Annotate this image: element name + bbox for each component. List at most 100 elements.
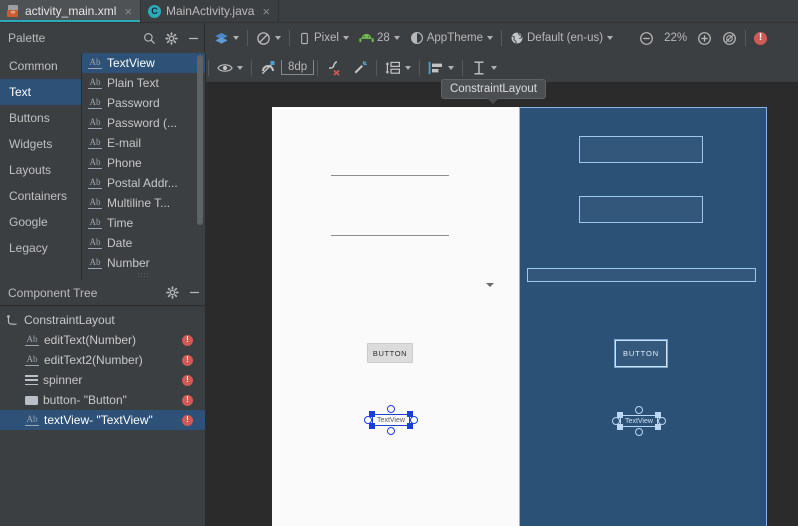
- constraint-anchor-top[interactable]: [635, 406, 643, 414]
- tree-row-constraintlayout[interactable]: ConstraintLayout: [0, 310, 205, 330]
- tree-row-button[interactable]: button- "Button" !: [0, 390, 205, 410]
- device-selector[interactable]: Pixel: [293, 27, 354, 49]
- palette-item-label: Plain Text: [107, 76, 159, 90]
- palette-item-number[interactable]: Ab Number: [82, 253, 205, 273]
- error-icon[interactable]: !: [182, 394, 193, 406]
- selection-handle-bottom-left[interactable]: [369, 423, 375, 429]
- palette-item-textview[interactable]: Ab TextView: [82, 53, 205, 73]
- chevron-down-icon: [275, 36, 281, 40]
- error-icon: !: [754, 31, 768, 45]
- tree-row-edittext[interactable]: Ab editText(Number) !: [0, 330, 205, 350]
- error-icon[interactable]: !: [182, 334, 193, 346]
- design-button[interactable]: BUTTON: [367, 343, 413, 363]
- palette-item-phone[interactable]: Ab Phone: [82, 153, 205, 173]
- api-label: 28: [376, 32, 390, 44]
- blueprint-edittext-1[interactable]: [579, 136, 703, 163]
- text-widget-icon: Ab: [88, 137, 102, 149]
- palette-category-buttons[interactable]: Buttons: [0, 105, 81, 131]
- palette-item-list: Ab TextView Ab Plain Text Ab Password Ab…: [82, 53, 205, 280]
- constraint-anchor-left[interactable]: [364, 416, 372, 424]
- palette-category-google[interactable]: Google: [0, 209, 81, 235]
- palette-item-label: Date: [107, 236, 133, 250]
- palette-item-label: Phone: [107, 156, 142, 170]
- minimize-icon[interactable]: [182, 27, 204, 49]
- guidelines-button[interactable]: [466, 57, 502, 79]
- orientation-button[interactable]: [251, 27, 286, 49]
- palette-item-plain-text[interactable]: Ab Plain Text: [82, 73, 205, 93]
- error-icon[interactable]: !: [182, 374, 193, 386]
- tab-mainactivity-java[interactable]: C MainActivity.java ×: [141, 0, 280, 22]
- selection-handle-bottom-left[interactable]: [617, 424, 623, 430]
- layout-variants-button[interactable]: [209, 27, 244, 49]
- blueprint-textview-selection[interactable]: TextView: [612, 406, 666, 436]
- error-icon[interactable]: !: [182, 414, 193, 426]
- infer-constraints-button[interactable]: [347, 57, 373, 79]
- palette-item-password[interactable]: Ab Password: [82, 93, 205, 113]
- constraint-anchor-right[interactable]: [658, 417, 666, 425]
- tree-row-edittext2[interactable]: Ab editText2(Number) !: [0, 350, 205, 370]
- palette-category-containers[interactable]: Containers: [0, 183, 81, 209]
- palette-category-legacy[interactable]: Legacy: [0, 235, 81, 261]
- error-icon[interactable]: !: [182, 354, 193, 366]
- theme-selector[interactable]: AppTheme: [405, 27, 498, 49]
- blueprint-spinner[interactable]: [527, 268, 756, 282]
- clear-constraints-icon: [329, 60, 340, 76]
- minimize-icon[interactable]: [183, 282, 205, 304]
- palette-category-list: Common Text Buttons Widgets Layouts Cont…: [0, 53, 82, 280]
- text-widget-icon: Ab: [88, 117, 102, 129]
- blueprint-button[interactable]: BUTTON: [614, 339, 668, 368]
- blueprint-edittext-2[interactable]: [579, 196, 703, 223]
- design-edittext-1[interactable]: [331, 162, 449, 176]
- pack-button[interactable]: [380, 57, 416, 79]
- constraint-anchor-top[interactable]: [387, 405, 395, 413]
- constraint-anchor-bottom[interactable]: [635, 428, 643, 436]
- gear-icon[interactable]: [160, 27, 182, 49]
- design-surface[interactable]: BUTTON TextView BUTTON TextView: [206, 83, 798, 526]
- zoom-in-button[interactable]: [692, 27, 717, 49]
- palette-category-layouts[interactable]: Layouts: [0, 157, 81, 183]
- default-margin-field[interactable]: 8dp: [281, 60, 315, 75]
- palette-item-time[interactable]: Ab Time: [82, 213, 205, 233]
- tab-activity-main-xml[interactable]: <> activity_main.xml ×: [0, 0, 141, 22]
- constraint-anchor-bottom[interactable]: [387, 427, 395, 435]
- design-edittext-2[interactable]: [331, 222, 449, 236]
- show-constraints-button[interactable]: [212, 57, 248, 79]
- palette-item-password-numeric[interactable]: Ab Password (...: [82, 113, 205, 133]
- palette-panel: Common Text Buttons Widgets Layouts Cont…: [0, 53, 205, 280]
- blueprint-preview-device[interactable]: BUTTON TextView: [519, 107, 767, 526]
- zoom-to-fit-button[interactable]: [717, 27, 742, 49]
- error-indicator-button[interactable]: !: [749, 27, 772, 49]
- design-textview-selection[interactable]: TextView: [364, 405, 418, 435]
- autoconnect-button[interactable]: [255, 57, 281, 79]
- palette-category-text[interactable]: Text: [0, 79, 81, 105]
- resize-grip[interactable]: ::::: [138, 272, 150, 279]
- search-icon[interactable]: [138, 27, 160, 49]
- tree-row-spinner[interactable]: spinner !: [0, 370, 205, 390]
- tree-row-textview[interactable]: Ab textView- "TextView" !: [0, 410, 205, 430]
- gear-icon[interactable]: [161, 282, 183, 304]
- close-icon[interactable]: ×: [124, 5, 132, 18]
- divider: [376, 59, 378, 76]
- palette-category-common[interactable]: Common: [0, 53, 81, 79]
- constraint-anchor-left[interactable]: [612, 417, 620, 425]
- constraint-layout-icon: [6, 314, 19, 327]
- palette-item-multiline-text[interactable]: Ab Multiline T...: [82, 193, 205, 213]
- api-level-selector[interactable]: 28: [354, 27, 405, 49]
- zoom-out-button[interactable]: [634, 27, 659, 49]
- divider: [419, 59, 421, 76]
- text-widget-icon: Ab: [88, 177, 102, 189]
- design-preview-device[interactable]: BUTTON TextView: [272, 107, 520, 526]
- palette-scrollbar[interactable]: [197, 55, 203, 225]
- locale-selector[interactable]: Default (en-us): [505, 27, 618, 49]
- text-widget-icon: Ab: [88, 217, 102, 229]
- palette-item-postal-address[interactable]: Ab Postal Addr...: [82, 173, 205, 193]
- divider: [462, 59, 464, 76]
- clear-constraints-button[interactable]: [321, 57, 347, 79]
- palette-item-email[interactable]: Ab E-mail: [82, 133, 205, 153]
- palette-category-widgets[interactable]: Widgets: [0, 131, 81, 157]
- palette-item-date[interactable]: Ab Date: [82, 233, 205, 253]
- constraint-anchor-right[interactable]: [410, 416, 418, 424]
- align-button[interactable]: [423, 57, 459, 79]
- design-spinner[interactable]: [486, 283, 494, 287]
- close-icon[interactable]: ×: [262, 5, 270, 18]
